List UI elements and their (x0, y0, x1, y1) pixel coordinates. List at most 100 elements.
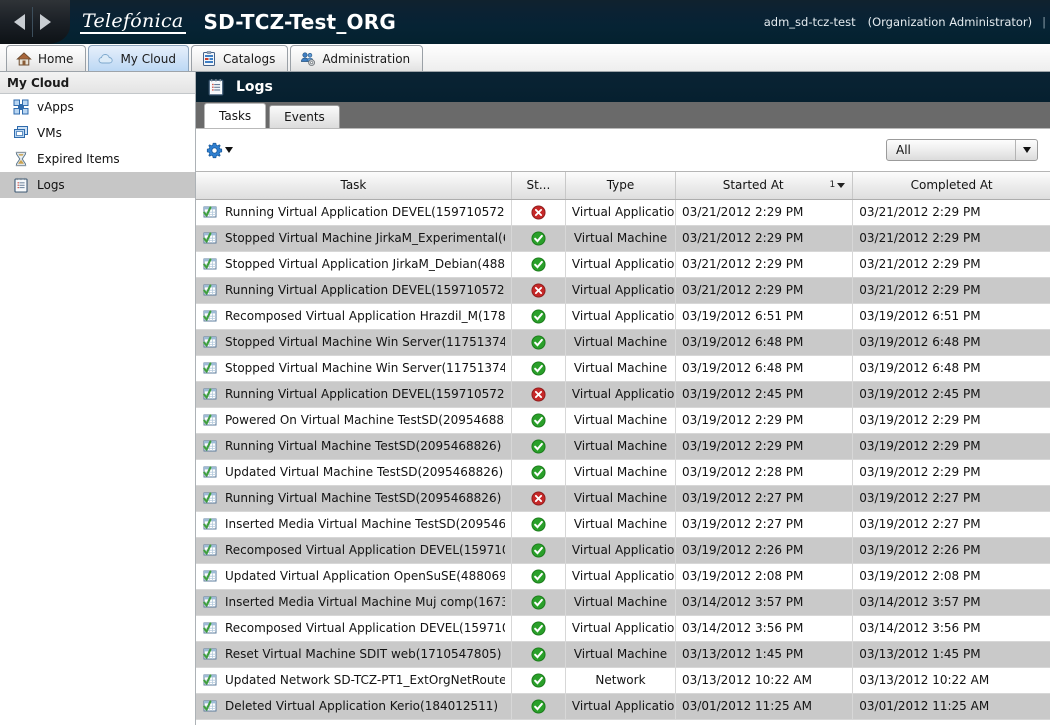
cell-completed-at: 03/21/2012 2:29 PM (852, 251, 1050, 278)
forward-arrow-icon[interactable] (32, 7, 58, 37)
cell-completed-at: 03/19/2012 6:51 PM (852, 303, 1050, 330)
cell-completed-at: 03/19/2012 2:45 PM (852, 381, 1050, 408)
filter-select[interactable]: All (886, 139, 1038, 161)
status-error-icon (531, 386, 546, 402)
vms-icon (14, 126, 28, 138)
tab-catalogs[interactable]: Catalogs (190, 45, 289, 71)
cell-task: Running Virtual Application DEVEL(159710… (196, 199, 512, 226)
table-row[interactable]: Running Virtual Machine TestSD(209546882… (196, 433, 1050, 460)
table-row[interactable]: Updated Virtual Machine TestSD(209546882… (196, 459, 1050, 486)
table-row[interactable]: Recomposed Virtual Application Hrazdil_M… (196, 303, 1050, 330)
cell-status (511, 589, 566, 616)
cell-status (511, 381, 566, 408)
status-success-icon (531, 516, 546, 532)
table-row[interactable]: Stopped Virtual Machine JirkaM_Experimen… (196, 225, 1050, 252)
cell-status (511, 303, 566, 330)
task-name-label: Running Virtual Application DEVEL(159710… (225, 283, 505, 297)
cell-started-at: 03/14/2012 3:57 PM (675, 589, 854, 616)
task-name-label: Recomposed Virtual Application DEVEL(159… (225, 543, 505, 557)
logs-table-container[interactable]: Task St... Type Started At 1 Completed A… (196, 171, 1050, 725)
cell-started-at: 03/19/2012 2:29 PM (675, 433, 854, 460)
table-row[interactable]: Running Virtual Application DEVEL(159710… (196, 277, 1050, 304)
cell-status (511, 511, 566, 538)
tab-home[interactable]: Home (6, 45, 87, 71)
tab-my-cloud[interactable]: My Cloud (88, 45, 189, 71)
table-row[interactable]: Recomposed Virtual Application DEVEL(159… (196, 537, 1050, 564)
sub-tab-bar: Tasks Events (196, 102, 1050, 129)
tab-administration[interactable]: Administration (290, 45, 424, 71)
task-name-label: Deleted Virtual Application Kerio(184012… (225, 699, 499, 713)
table-row[interactable]: Running Virtual Machine TestSD(209546882… (196, 485, 1050, 512)
cell-task: Running Virtual Application DEVEL(159710… (196, 381, 512, 408)
task-icon (203, 570, 217, 582)
tab-tasks[interactable]: Tasks (204, 103, 267, 128)
cell-type: Virtual Machine (565, 485, 677, 512)
table-row[interactable]: Updated Network SD-TCZ-PT1_ExtOrgNetRout… (196, 667, 1050, 694)
sidebar-item-vapps[interactable]: vApps (0, 94, 195, 120)
cell-task: Inserted Media Virtual Machine TestSD(20… (196, 511, 512, 538)
cell-type: Virtual Machine (565, 407, 677, 434)
settings-menu-button[interactable] (206, 142, 233, 159)
status-success-icon (531, 594, 546, 610)
logs-table: Task St... Type Started At 1 Completed A… (196, 172, 1050, 720)
status-success-icon (531, 672, 546, 688)
task-icon (203, 596, 217, 608)
header-user-info: adm_sd-tcz-test (Organization Administra… (764, 15, 1050, 29)
tab-events[interactable]: Events (269, 105, 340, 128)
task-icon (203, 492, 217, 504)
table-row[interactable]: Running Virtual Application DEVEL(159710… (196, 199, 1050, 226)
task-icon (203, 388, 217, 400)
task-name-label: Reset Virtual Machine SDIT web(171054780… (225, 647, 502, 661)
sidebar-item-expired-items[interactable]: Expired Items (0, 146, 195, 172)
back-arrow-icon[interactable] (6, 7, 32, 37)
table-row[interactable]: Powered On Virtual Machine TestSD(209546… (196, 407, 1050, 434)
page-title: SD-TCZ-Test_ORG (203, 10, 396, 34)
status-success-icon (531, 438, 546, 454)
table-row[interactable]: Running Virtual Application DEVEL(159710… (196, 381, 1050, 408)
status-success-icon (531, 542, 546, 558)
sidebar-item-logs[interactable]: Logs (0, 172, 195, 198)
status-success-icon (531, 230, 546, 246)
task-name-label: Stopped Virtual Machine JirkaM_Experimen… (225, 231, 505, 245)
table-row[interactable]: Updated Virtual Application OpenSuSE(488… (196, 563, 1050, 590)
table-row[interactable]: Inserted Media Virtual Machine TestSD(20… (196, 511, 1050, 538)
table-row[interactable]: Inserted Media Virtual Machine Muj comp(… (196, 589, 1050, 616)
cell-status (511, 199, 566, 226)
task-icon (203, 440, 217, 452)
task-icon (203, 336, 217, 348)
table-row[interactable]: Stopped Virtual Application JirkaM_Debia… (196, 251, 1050, 278)
gear-icon (206, 142, 223, 158)
table-row[interactable]: Recomposed Virtual Application DEVEL(159… (196, 615, 1050, 642)
sidebar-item-vms[interactable]: VMs (0, 120, 195, 146)
cell-type: Virtual Machine (565, 641, 677, 668)
status-success-icon (531, 698, 546, 714)
column-header-started-at[interactable]: Started At 1 (675, 172, 854, 200)
column-header-status[interactable]: St... (511, 172, 566, 200)
task-icon (203, 700, 217, 712)
column-header-task[interactable]: Task (196, 172, 512, 200)
cell-started-at: 03/19/2012 2:45 PM (675, 381, 854, 408)
cell-status (511, 251, 566, 278)
table-row[interactable]: Stopped Virtual Machine Win Server(11751… (196, 329, 1050, 356)
cell-status (511, 641, 566, 668)
cell-started-at: 03/19/2012 2:27 PM (675, 511, 854, 538)
task-icon (203, 544, 217, 556)
cell-completed-at: 03/21/2012 2:29 PM (852, 199, 1050, 226)
body-wrapper: My Cloud vApps VMs Expired Items Logs Lo… (0, 72, 1050, 725)
column-header-completed-at[interactable]: Completed At (852, 172, 1050, 200)
task-icon (203, 232, 217, 244)
user-role-label: (Organization Administrator) (867, 15, 1033, 29)
table-row[interactable]: Reset Virtual Machine SDIT web(171054780… (196, 641, 1050, 668)
column-header-type-label: Type (606, 178, 635, 193)
cell-type: Virtual Machine (565, 355, 677, 382)
cell-task: Stopped Virtual Machine JirkaM_Experimen… (196, 225, 512, 252)
tab-home-label: Home (38, 51, 74, 66)
task-name-label: Stopped Virtual Machine Win Server(11751… (225, 335, 505, 349)
column-header-type[interactable]: Type (565, 172, 677, 200)
status-success-icon (531, 464, 546, 480)
table-row[interactable]: Deleted Virtual Application Kerio(184012… (196, 693, 1050, 720)
tab-catalogs-label: Catalogs (222, 51, 276, 66)
table-row[interactable]: Stopped Virtual Machine Win Server(11751… (196, 355, 1050, 382)
cell-status (511, 667, 566, 694)
tab-events-label: Events (284, 110, 325, 124)
